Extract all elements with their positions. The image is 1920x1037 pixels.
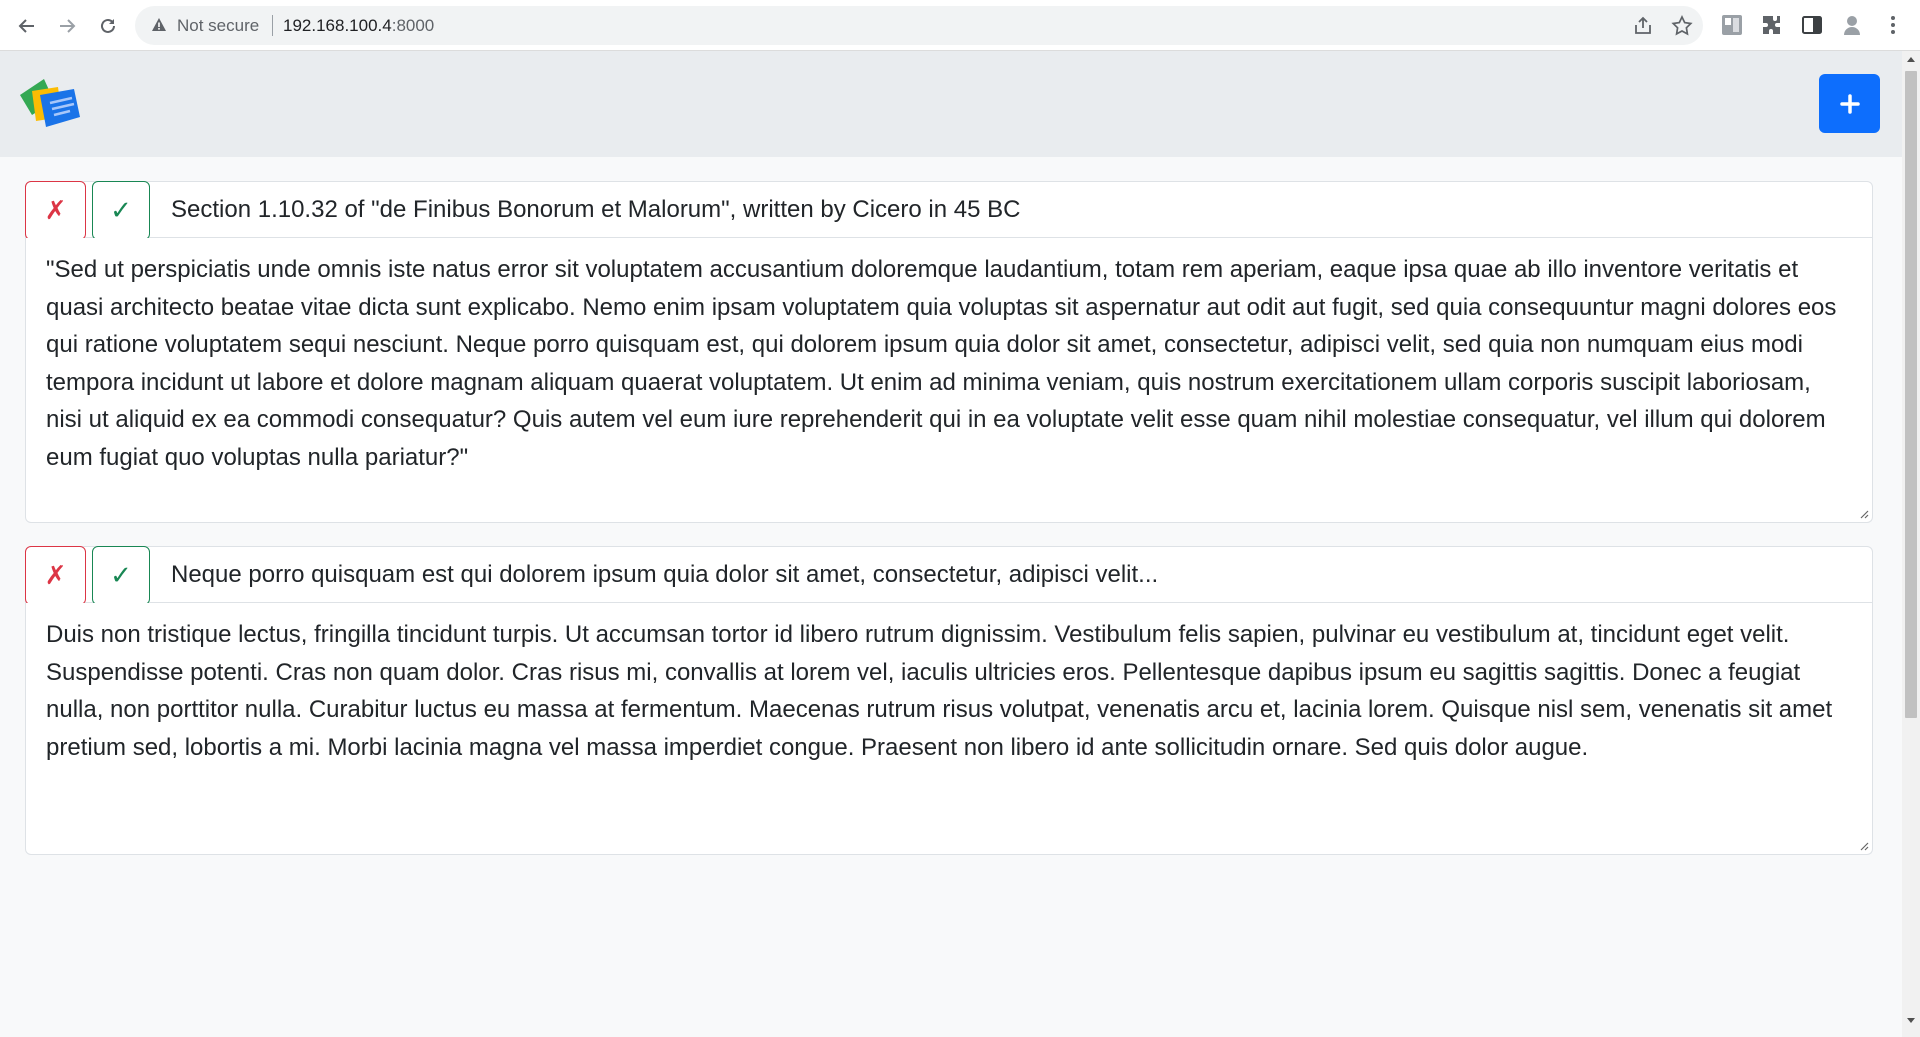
- security-label: Not secure: [177, 16, 260, 35]
- note-body-text: Duis non tristique lectus, fringilla tin…: [46, 621, 1833, 761]
- reload-icon[interactable]: [95, 13, 121, 39]
- note-header: ✗ ✓ Section 1.10.32 of "de Finibus Bonor…: [25, 181, 1873, 240]
- app-logo[interactable]: [18, 71, 82, 135]
- forward-icon[interactable]: [54, 13, 80, 39]
- url-port: :8000: [391, 16, 435, 35]
- url-host: 192.168.100.4: [283, 16, 392, 35]
- sidepanel-icon[interactable]: [1800, 13, 1824, 37]
- profile-icon[interactable]: [1840, 13, 1864, 37]
- back-icon[interactable]: [14, 13, 40, 39]
- page: ✗ ✓ Section 1.10.32 of "de Finibus Bonor…: [0, 51, 1902, 1037]
- note-card: ✗ ✓ Section 1.10.32 of "de Finibus Bonor…: [25, 181, 1873, 523]
- note-title[interactable]: Section 1.10.32 of "de Finibus Bonorum e…: [171, 196, 1020, 224]
- scroll-thumb[interactable]: [1905, 71, 1917, 718]
- divider: [272, 15, 273, 36]
- note-body-textarea[interactable]: "Sed ut perspiciatis unde omnis iste nat…: [25, 238, 1873, 523]
- scroll-down-icon[interactable]: [1907, 1018, 1915, 1023]
- extension-app-icon[interactable]: [1720, 13, 1744, 37]
- note-body-textarea[interactable]: Duis non tristique lectus, fringilla tin…: [25, 603, 1873, 855]
- plus-icon: [1839, 93, 1860, 114]
- star-icon[interactable]: [1671, 15, 1693, 37]
- note-header: ✗ ✓ Neque porro quisquam est qui dolorem…: [25, 546, 1873, 605]
- accept-button[interactable]: ✓: [92, 546, 150, 605]
- note-body-text: "Sed ut perspiciatis unde omnis iste nat…: [46, 256, 1837, 471]
- extensions-icon[interactable]: [1760, 13, 1784, 37]
- note-card: ✗ ✓ Neque porro quisquam est qui dolorem…: [25, 546, 1873, 855]
- note-title[interactable]: Neque porro quisquam est qui dolorem ips…: [171, 561, 1158, 589]
- reject-button[interactable]: ✗: [25, 546, 86, 605]
- share-icon[interactable]: [1632, 15, 1654, 37]
- url-text: 192.168.100.4:8000: [283, 16, 434, 36]
- navbar: [0, 51, 1902, 157]
- resize-handle-icon[interactable]: [1858, 508, 1869, 519]
- menu-icon[interactable]: [1881, 13, 1905, 37]
- browser-toolbar: Not secure 192.168.100.4:8000: [0, 0, 1920, 51]
- warning-icon: [152, 18, 166, 31]
- reject-button[interactable]: ✗: [25, 181, 86, 240]
- add-button[interactable]: [1819, 74, 1880, 133]
- resize-handle-icon[interactable]: [1858, 840, 1869, 851]
- accept-button[interactable]: ✓: [92, 181, 150, 240]
- address-bar[interactable]: Not secure 192.168.100.4:8000: [135, 6, 1703, 45]
- scroll-up-icon[interactable]: [1907, 57, 1915, 62]
- page-scrollbar[interactable]: [1902, 51, 1920, 1037]
